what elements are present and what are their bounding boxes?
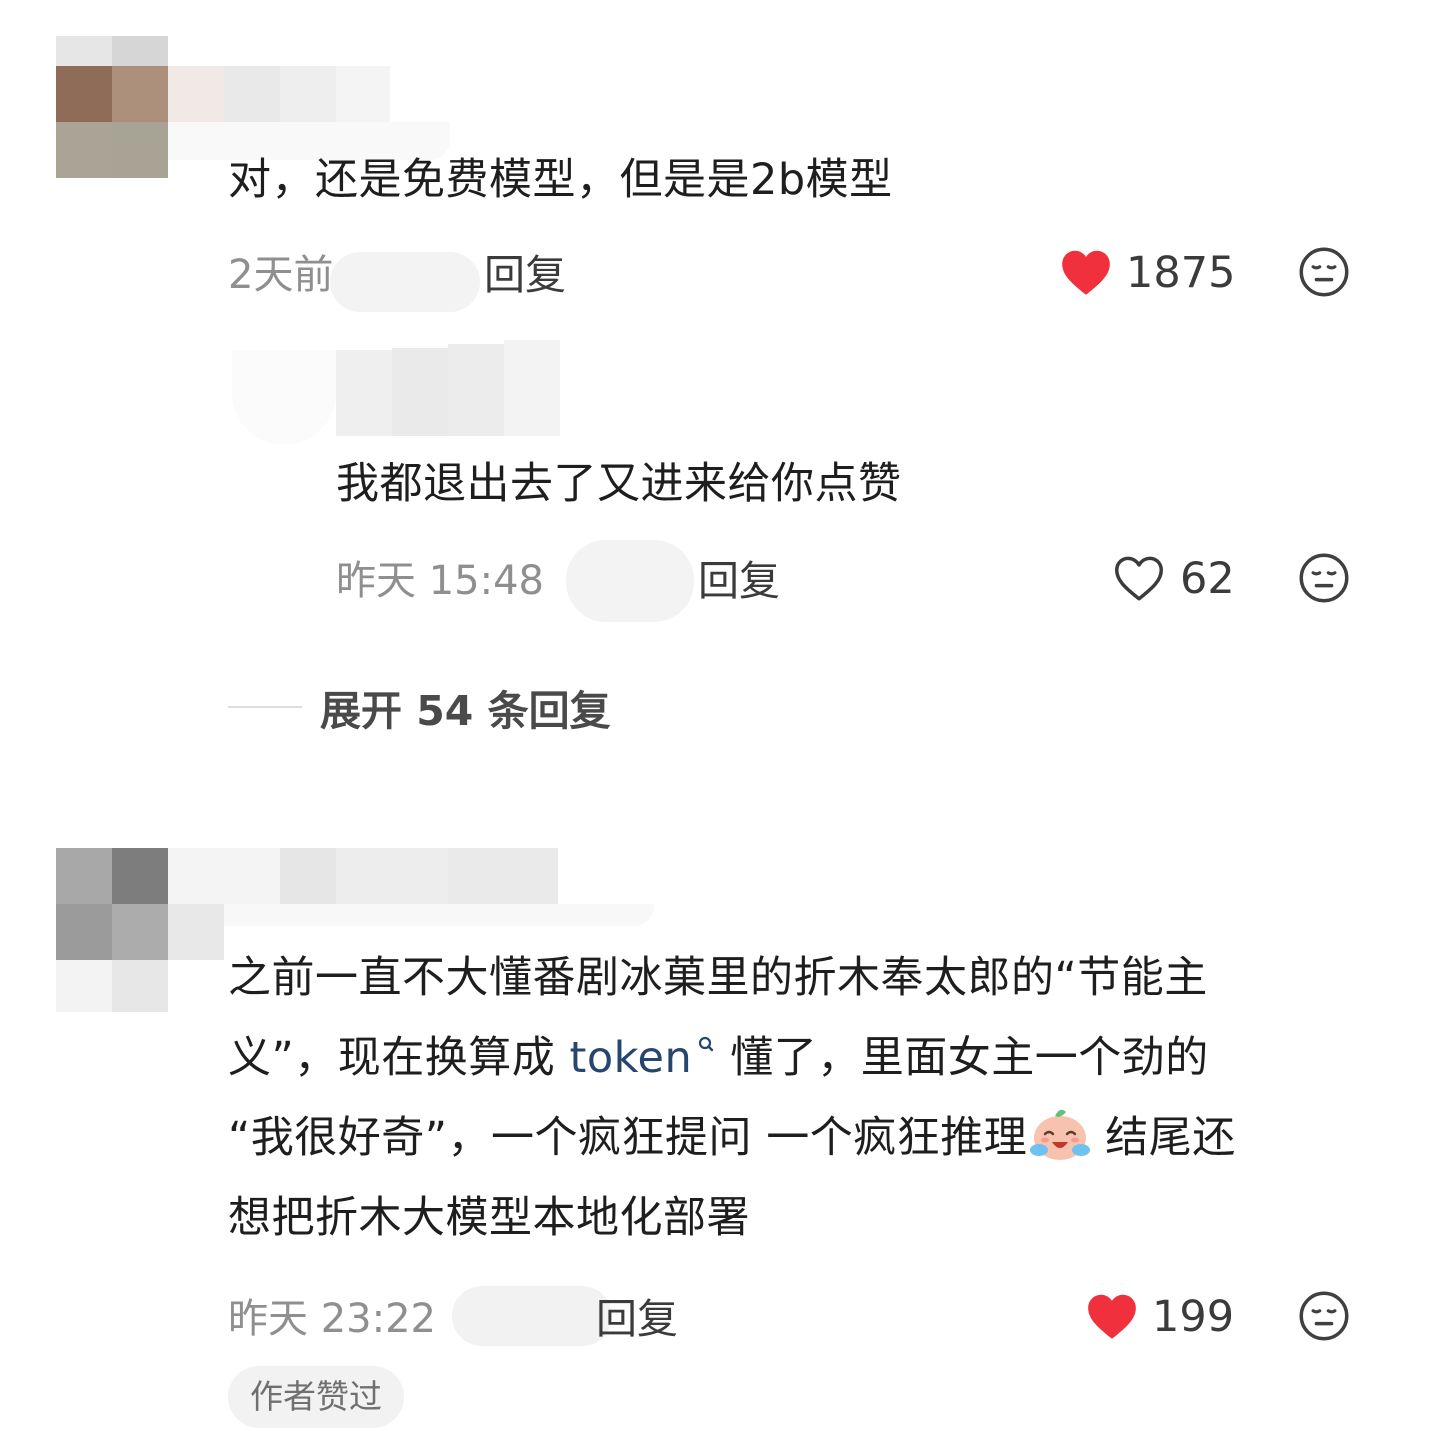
username[interactable]	[168, 66, 390, 122]
expand-replies[interactable]: 展开 54 条回复	[228, 677, 611, 737]
comment-line: “我很好奇”，一个疯狂提问 一个疯狂推理 结尾还	[228, 1098, 1378, 1178]
comment-line: 义”，现在换算成 token 懂了，里面女主一个劲的	[228, 1018, 1378, 1098]
ip-location	[452, 1286, 612, 1346]
reply-text: 我都退出去了又进来给你点赞	[336, 459, 902, 509]
reply-button[interactable]: 回复	[484, 250, 566, 300]
like-count: 199	[1152, 1292, 1235, 1342]
comment-text-segment: “我很好奇”，一个疯狂提问 一个疯狂推理	[228, 1113, 1028, 1163]
comment-text: 之前一直不大懂番剧冰菓里的折木奉太郎的“节能主 义”，现在换算成 token 懂…	[228, 938, 1378, 1258]
reply-reply-button[interactable]: 回复	[698, 556, 780, 606]
ip-location	[330, 252, 480, 312]
dislike-face-icon[interactable]	[1298, 246, 1350, 298]
comment-line: 想把折木大模型本地化部署	[228, 1193, 750, 1243]
crying-laughing-emoji	[1030, 1109, 1091, 1160]
comment-text-segment: 懂了，里面女主一个劲的	[730, 1033, 1209, 1083]
heart-outline-icon[interactable]	[1112, 554, 1166, 602]
comment-text: 对，还是免费模型，但是是2b模型	[228, 155, 893, 205]
comment-time: 2天前	[228, 252, 334, 298]
divider	[228, 706, 302, 708]
heart-filled-icon[interactable]	[1060, 248, 1112, 296]
username[interactable]	[168, 848, 558, 904]
comment-text-segment: 义”，现在换算成	[228, 1033, 570, 1083]
reply-like-count: 62	[1180, 554, 1235, 604]
dislike-face-icon[interactable]	[1298, 1290, 1350, 1342]
author-liked-badge: 作者赞过	[228, 1366, 404, 1428]
reply-ip-location	[566, 540, 694, 622]
comment-text-segment: 结尾还	[1105, 1113, 1236, 1163]
comment-time: 昨天 23:22	[228, 1296, 436, 1342]
reply-button[interactable]: 回复	[596, 1294, 678, 1344]
token-search-link[interactable]: token	[569, 1033, 692, 1083]
reply-avatar[interactable]	[232, 350, 336, 444]
heart-filled-icon[interactable]	[1086, 1292, 1138, 1340]
expand-replies-label[interactable]: 展开 54 条回复	[320, 677, 611, 737]
like-count: 1875	[1126, 248, 1236, 298]
reply-username[interactable]	[336, 340, 560, 436]
dislike-face-icon[interactable]	[1298, 552, 1350, 604]
search-icon[interactable]	[698, 1036, 714, 1054]
avatar[interactable]	[56, 36, 168, 178]
comment-line: 之前一直不大懂番剧冰菓里的折木奉太郎的“节能主	[228, 953, 1208, 1003]
reply-time: 昨天 15:48	[336, 558, 544, 604]
